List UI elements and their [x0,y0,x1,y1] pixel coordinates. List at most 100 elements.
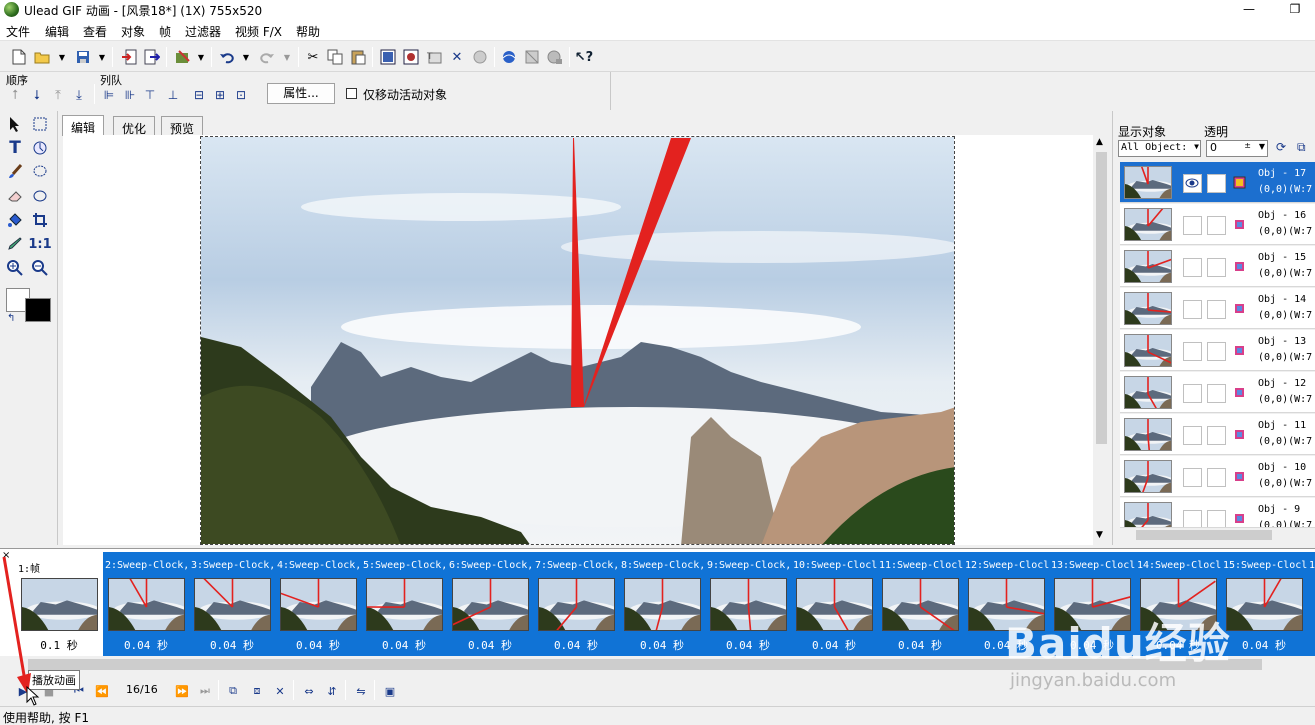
save-dropdown-arrow[interactable]: ▼ [97,48,107,66]
frame-cell[interactable]: 2:Sweep-Clock, 0.04 秒 [103,552,189,656]
background-color-swatch[interactable] [25,298,51,322]
menu-object[interactable]: 对象 [121,23,145,40]
frame-cell[interactable]: 9:Sweep-Clock, 0.04 秒 [705,552,791,656]
reverse-frames-icon[interactable]: ⇋ [352,682,370,700]
align-top-icon[interactable]: ⊤ [141,86,159,104]
frame-cell[interactable]: 15:Sweep-Clocl 0.04 秒 [1221,552,1307,656]
move-active-only-checkbox[interactable] [346,88,357,99]
visibility-toggle[interactable] [1183,300,1202,319]
new-file-icon[interactable] [10,48,28,66]
object-row[interactable]: Obj - 9 (0,0)(W:7 [1120,498,1315,528]
object-list-scroll-thumb[interactable] [1136,530,1272,540]
align-left-icon[interactable]: ⊫ [100,86,118,104]
ellipse-select-icon[interactable] [30,186,50,206]
menu-file[interactable]: 文件 [6,23,30,40]
actual-size-icon[interactable]: 1:1 [28,234,51,254]
browser-preview-icon[interactable] [500,48,518,66]
eye-icon[interactable] [1183,174,1202,193]
object-row[interactable]: Obj - 14 (0,0)(W:7 [1120,288,1315,329]
tab-edit[interactable]: 编辑 [62,115,105,136]
frame-cell[interactable]: 7:Sweep-Clock, 0.04 秒 [533,552,619,656]
lock-toggle[interactable] [1207,384,1226,403]
center-vertical-icon[interactable]: ⊞ [211,86,229,104]
menu-filter[interactable]: 过滤器 [185,23,221,40]
text-icon[interactable]: T [5,138,25,158]
eyedropper-icon[interactable] [5,234,25,254]
paste-icon[interactable] [349,48,367,66]
marquee-icon[interactable] [30,114,50,134]
duplicate-frame-icon[interactable]: ⧈ [248,682,266,700]
frame-cell[interactable]: 4:Sweep-Clock, 0.04 秒 [275,552,361,656]
tab-preview[interactable]: 预览 [161,116,204,136]
lock-toggle[interactable] [1207,342,1226,361]
send-backward-icon[interactable]: ⭣ [28,86,46,104]
lasso-icon[interactable] [30,162,50,182]
tween-icon[interactable]: ⇔ [300,682,318,700]
add-text-icon[interactable]: T [425,48,443,66]
redo-icon[interactable] [258,48,276,66]
fill-icon[interactable] [5,210,25,230]
banner-text-icon[interactable]: ⇵ [323,682,341,700]
export-icon[interactable] [143,48,161,66]
send-to-back-icon[interactable]: ⤓ [70,86,88,104]
scroll-up-arrow[interactable]: ▲ [1096,137,1103,147]
frame-cell[interactable]: 6:Sweep-Clock, 0.04 秒 [447,552,533,656]
canvas-scroll-thumb[interactable] [1096,152,1107,444]
redo-dropdown-arrow[interactable]: ▼ [282,48,292,66]
visibility-toggle[interactable] [1183,510,1202,527]
visibility-toggle[interactable] [1183,384,1202,403]
context-help-icon[interactable]: ↖? [575,48,593,66]
lock-toggle[interactable] [1207,216,1226,235]
visibility-toggle[interactable] [1183,342,1202,361]
frame-properties-icon[interactable]: ▣ [381,682,399,700]
brush-icon[interactable] [5,162,25,182]
explode-icon[interactable] [546,48,564,66]
menu-video-fx[interactable]: 视频 F/X [235,23,282,40]
open-file-icon[interactable] [33,48,51,66]
add-image-icon[interactable] [379,48,397,66]
tab-optimize[interactable]: 优化 [113,116,156,136]
restore-button[interactable]: ❐ [1275,0,1315,20]
object-row[interactable]: Obj - 16 (0,0)(W:7 [1120,204,1315,245]
frame-cell[interactable]: 11:Sweep-Clocl 0.04 秒 [877,552,963,656]
add-video-icon[interactable] [402,48,420,66]
object-row[interactable]: Obj - 12 (0,0)(W:7 [1120,372,1315,413]
duplicate-object-icon[interactable]: ⧉ [1297,140,1313,156]
center-horizontal-icon[interactable]: ⊟ [190,86,208,104]
visibility-toggle[interactable] [1183,216,1202,235]
previous-frame-icon[interactable]: ⏪ [93,682,111,700]
frame-cell[interactable]: 3:Sweep-Clock, 0.04 秒 [189,552,275,656]
menu-help[interactable]: 帮助 [296,23,320,40]
lock-toggle[interactable] [1207,426,1226,445]
last-frame-icon[interactable]: ⏭ [196,682,214,700]
object-action-icon[interactable]: ⟳ [1276,140,1292,156]
object-row[interactable]: Obj - 17 (0,0)(W:7 [1120,162,1315,203]
pick-icon[interactable] [5,114,25,134]
cut-icon[interactable]: ✂ [304,48,322,66]
wizard-icon[interactable] [174,48,192,66]
frame-cell[interactable]: 10:Sweep-Clocl 0.04 秒 [791,552,877,656]
align-bottom-icon[interactable]: ⊥ [164,86,182,104]
scroll-down-arrow[interactable]: ▼ [1096,530,1103,540]
properties-button[interactable]: 属性... [267,83,335,104]
add-frame-icon[interactable]: ⧉ [224,682,242,700]
align-right-icon[interactable]: ⊪ [121,86,139,104]
transform-icon[interactable] [30,138,50,158]
undo-icon[interactable] [218,48,236,66]
object-row[interactable]: Obj - 11 (0,0)(W:7 [1120,414,1315,455]
open-dropdown-arrow[interactable]: ▼ [57,48,67,66]
wizard-dropdown-arrow[interactable]: ▼ [196,48,206,66]
next-frame-icon[interactable]: ⏩ [173,682,191,700]
show-objects-select[interactable]: All Object: ▼ [1118,140,1201,157]
bring-forward-icon[interactable]: ⭡ [6,86,24,104]
save-icon[interactable] [74,48,92,66]
menu-edit[interactable]: 编辑 [45,23,69,40]
lock-toggle[interactable] [1207,300,1226,319]
swap-colors-icon[interactable]: ↰ [7,313,15,324]
object-row[interactable]: Obj - 10 (0,0)(W:7 [1120,456,1315,497]
crop-icon[interactable] [471,48,489,66]
animation-canvas-image[interactable] [200,136,955,545]
lock-toggle[interactable] [1207,468,1226,487]
visibility-toggle[interactable] [1183,258,1202,277]
zoom-in-icon[interactable] [5,258,25,278]
